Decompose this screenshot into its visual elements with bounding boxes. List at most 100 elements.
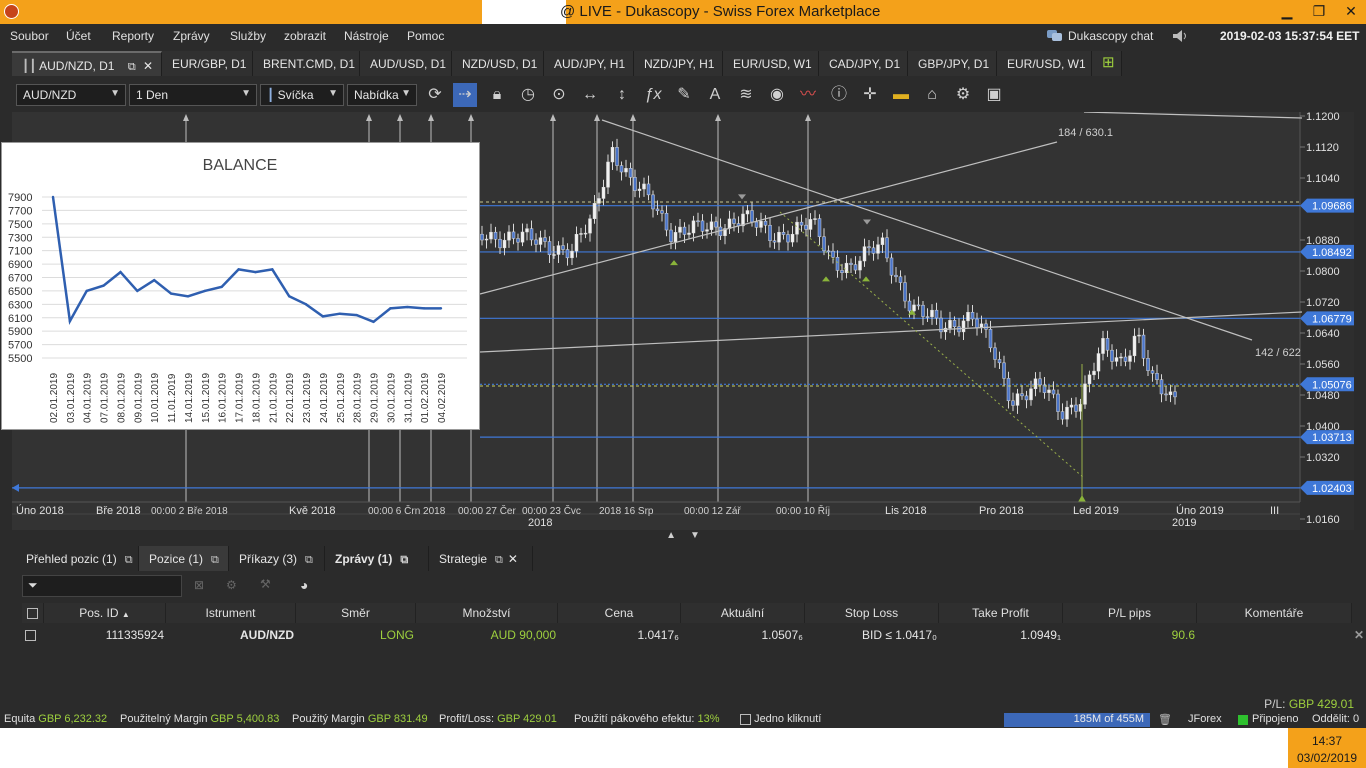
chart-tab-eurusd-w1-2[interactable]: EUR/USD, W1 [997, 51, 1092, 76]
tab-positions[interactable]: Pozice (1) ⧉ [139, 546, 229, 571]
col-pl-pips[interactable]: P/L pips [1063, 603, 1197, 623]
clock-icon[interactable]: ◷ [516, 83, 540, 107]
refresh-icon[interactable]: ⟳ [423, 83, 447, 107]
popout-icon[interactable]: ⧉ [495, 554, 503, 567]
settings-icon[interactable]: ⚙ [951, 83, 975, 107]
instrument-select[interactable]: AUD/NZD ▼ [16, 84, 126, 106]
one-click-checkbox[interactable] [740, 713, 751, 725]
text-icon[interactable]: A [703, 83, 727, 107]
chart-tab-audjpy[interactable]: AUD/JPY, H1 [544, 51, 634, 76]
col-comments[interactable]: Komentáře [1197, 603, 1352, 623]
expand-up-icon[interactable]: ▲ [666, 530, 676, 541]
candle-body [1029, 388, 1033, 401]
tab-messages[interactable]: Zprávy (1) ⧉ [325, 546, 429, 571]
cell-take-profit[interactable]: 1.0949₁ [939, 625, 1061, 644]
template-icon[interactable]: ⌂ [920, 83, 944, 107]
time-label: Pro 2018 [979, 505, 1024, 517]
horizontal-scale-icon[interactable]: ↔ [578, 83, 602, 107]
period-select[interactable]: 1 Den ▼ [129, 84, 257, 106]
filter-input[interactable]: ⏷ [22, 575, 182, 597]
pencil-icon[interactable]: ✎ [672, 83, 696, 107]
autoshift-icon[interactable]: ⇢ [453, 83, 477, 107]
popout-icon[interactable]: ⧉ [128, 61, 136, 73]
col-price[interactable]: Cena [558, 603, 681, 623]
eye-icon[interactable]: ◉ [765, 83, 789, 107]
balance-y-tick-label: 6500 [8, 286, 32, 298]
col-amount[interactable]: Množství [416, 603, 558, 623]
close-tab-icon[interactable]: ✕ [508, 552, 518, 566]
settings-gear-icon[interactable]: ⚙ [226, 578, 237, 592]
taskbar-clock[interactable]: 14:37 03/02/2019 [1288, 728, 1366, 768]
vertical-scale-icon[interactable]: ↕ [610, 83, 634, 107]
chart-tab-gbpjpy[interactable]: GBP/JPY, D1 [908, 51, 997, 76]
minimize-button[interactable]: ▁ [1272, 1, 1302, 21]
chart-tab-eurgbp[interactable]: EUR/GBP, D1 [162, 51, 253, 76]
trend-line-top[interactable] [1083, 112, 1303, 119]
select-all-checkbox[interactable] [22, 603, 44, 623]
popout-icon[interactable]: ⧉ [211, 554, 219, 567]
col-direction[interactable]: Směr [296, 603, 416, 623]
cell-comment[interactable] [1197, 625, 1347, 644]
chart-tab-audusd[interactable]: AUD/USD, D1 [360, 51, 452, 76]
menu-file[interactable]: Soubor [10, 29, 49, 43]
panel-splitter[interactable]: ▲ ▼ [12, 530, 1354, 544]
restore-button[interactable]: ❐ [1304, 1, 1334, 21]
indicators-icon[interactable]: ƒx [641, 83, 665, 107]
col-current[interactable]: Aktuální [681, 603, 805, 623]
balance-y-tick-label: 6700 [8, 273, 32, 285]
chart-tab-audnzd[interactable]: ┃┃ AUD/NZD, D1 ⧉ ✕ [12, 51, 162, 76]
menu-tools[interactable]: Nástroje [344, 29, 389, 43]
cell-stop-loss[interactable]: BID ≤ 1.0417₀ [805, 625, 937, 644]
info-icon[interactable]: ⓘ [827, 83, 851, 107]
trend-line-down[interactable] [601, 119, 1253, 341]
menu-help[interactable]: Pomoc [407, 29, 444, 43]
balance-x-tick-label: 07.01.2019 [100, 373, 111, 423]
col-take-profit[interactable]: Take Profit [939, 603, 1063, 623]
layers-icon[interactable]: ≋ [734, 83, 758, 107]
chart-tab-brent[interactable]: BRENT.CMD, D1 [253, 51, 360, 76]
lock-icon[interactable]: 🔒︎ [485, 83, 509, 107]
menu-reports[interactable]: Reporty [112, 29, 154, 43]
chart-tab-eurusd-w1[interactable]: EUR/USD, W1 [723, 51, 819, 76]
save-icon[interactable]: ▣ [982, 83, 1006, 107]
menu-services[interactable]: Služby [230, 29, 266, 43]
pie-chart-icon[interactable]: ◕ [300, 577, 308, 593]
balance-x-tick-label: 04.01.2019 [83, 373, 94, 423]
trend-line-up[interactable] [479, 141, 1058, 295]
col-stop-loss[interactable]: Stop Loss [805, 603, 939, 623]
tab-strategies[interactable]: Strategie ⧉ ✕ [429, 546, 533, 571]
chart-style-select[interactable]: ┃ Svíčka ▼ [260, 84, 344, 106]
tab-orders[interactable]: Příkazy (3) ⧉ [229, 546, 325, 571]
chat-link[interactable]: Dukascopy chat [1068, 29, 1153, 43]
popout-icon[interactable]: ⧉ [400, 554, 408, 567]
add-chart-tab-icon[interactable]: ⊞ [1092, 51, 1122, 76]
chart-tab-nzdjpy[interactable]: NZD/JPY, H1 [634, 51, 723, 76]
one-click-toggle[interactable]: Jedno kliknutí [740, 713, 821, 725]
close-tab-icon[interactable]: ✕ [143, 59, 153, 73]
menu-view[interactable]: zobrazit [284, 29, 326, 43]
memory-usage-bar[interactable]: 185M of 455M [1004, 713, 1150, 727]
trash-icon[interactable]: 🗑︎ [1158, 713, 1172, 726]
zoom-icon[interactable]: ⊙ [547, 83, 571, 107]
chart-tab-nzdusd[interactable]: NZD/USD, D1 [452, 51, 544, 76]
collapse-down-icon[interactable]: ▼ [690, 530, 700, 541]
crosshair-icon[interactable]: ✛ [858, 83, 882, 107]
tab-position-summary[interactable]: Přehled pozic (1) ⧉ [16, 546, 139, 571]
close-position-icon[interactable]: ✕ [1354, 625, 1366, 644]
tools-icon[interactable]: ⚒ [260, 577, 271, 591]
row-checkbox[interactable] [25, 625, 41, 644]
cell-amount: AUD 90,000 [490, 628, 556, 642]
speaker-icon[interactable] [1172, 29, 1188, 43]
chart-tab-cadjpy[interactable]: CAD/JPY, D1 [819, 51, 908, 76]
menu-messages[interactable]: Zprávy [173, 29, 210, 43]
close-all-icon[interactable]: ⊠ [194, 578, 204, 592]
chart-type-icon[interactable]: 〰 [796, 83, 820, 107]
col-instrument[interactable]: Istrument [166, 603, 296, 623]
popout-icon[interactable]: ⧉ [305, 554, 313, 567]
offer-side-select[interactable]: Nabídka ▼ [347, 84, 417, 106]
close-window-button[interactable]: ✕ [1336, 1, 1366, 21]
menu-account[interactable]: Účet [66, 29, 91, 43]
popout-icon[interactable]: ⧉ [125, 554, 133, 567]
col-pos-id[interactable]: Pos. ID ▲ [44, 603, 166, 623]
ruler-icon[interactable]: ▬ [889, 83, 913, 107]
